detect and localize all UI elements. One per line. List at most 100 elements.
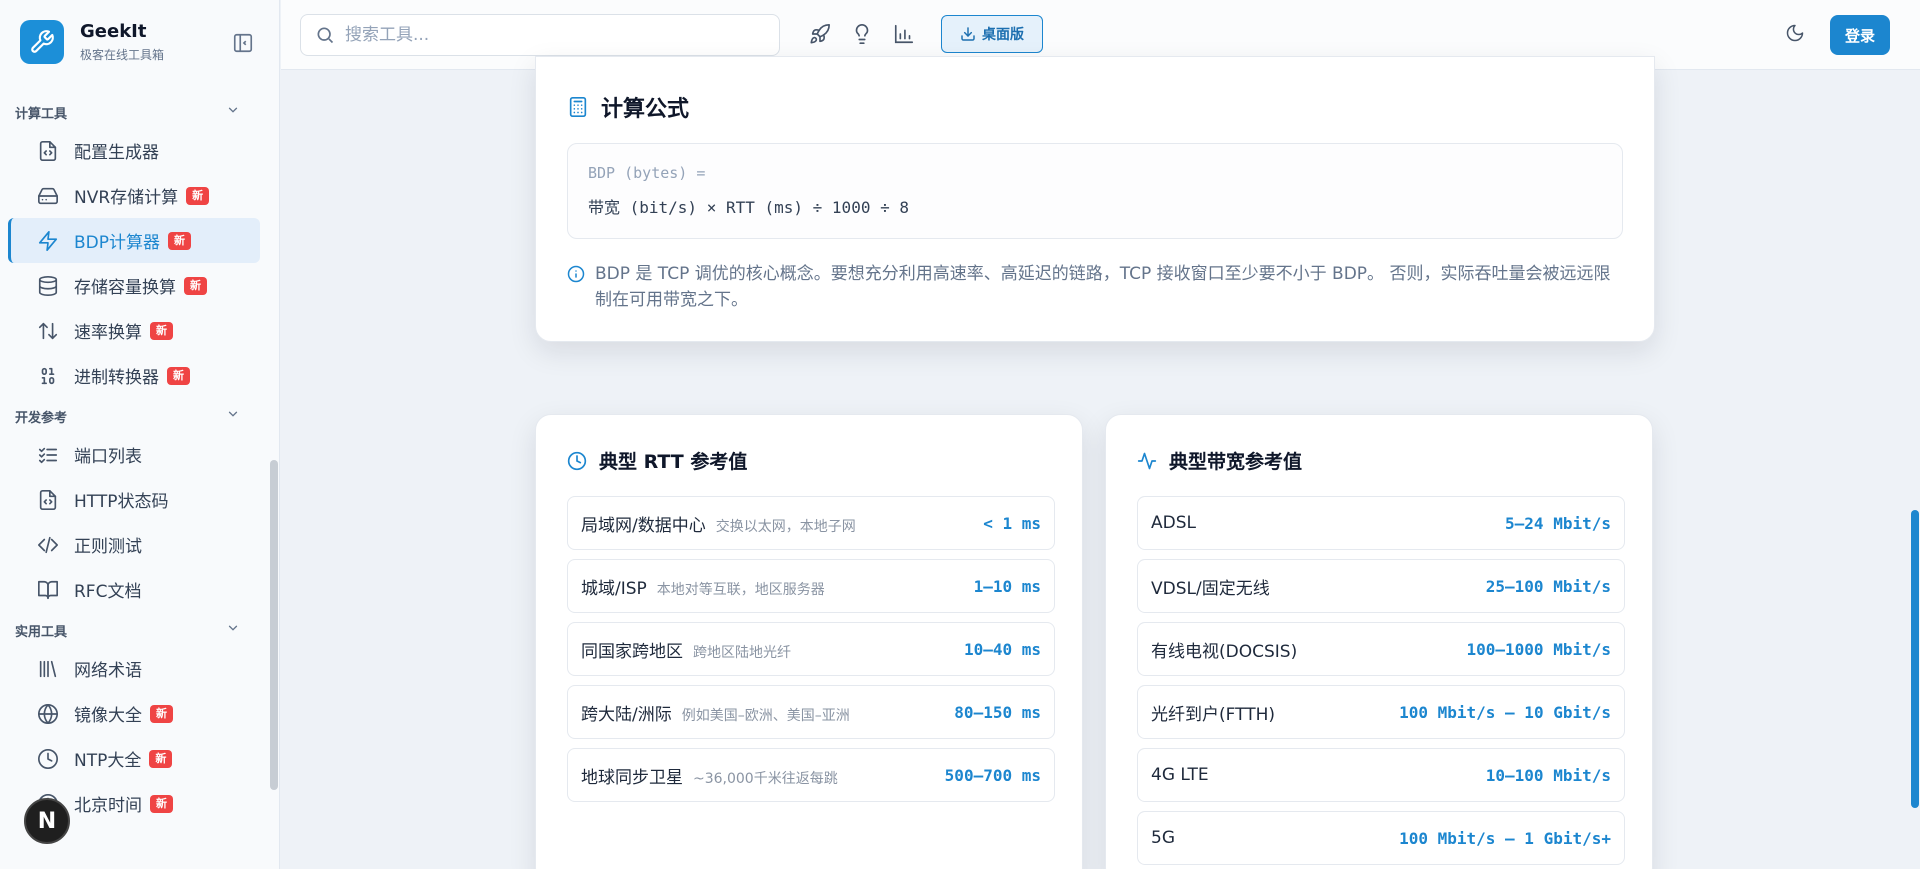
bar-chart-icon[interactable] [893,23,917,47]
new-badge: 新 [167,366,190,385]
row-value: < 1 ms [983,513,1041,533]
sidebar-item[interactable]: RFC文档 [8,567,260,612]
sidebar-scrollbar[interactable] [270,460,278,790]
sidebar-collapse-icon[interactable] [232,32,254,54]
sidebar-item[interactable]: HTTP状态码 [8,477,260,522]
formula-card: 计算公式 BDP (bytes) = 带宽 (bit/s) × RTT (ms)… [535,56,1655,342]
row-description: 跨地区陆地光纤 [693,644,791,661]
rtt-list: 局域网/数据中心 交换以太网，本地子网 < 1 ms 城域/ISP 本地对等互联，地区服… [567,496,1055,811]
new-badge: 新 [150,321,173,340]
desktop-version-button[interactable]: 桌面版 [941,15,1043,53]
row-name: VDSL/固定无线 [1151,578,1270,599]
row-label-group: 有线电视(DOCSIS) [1151,637,1297,662]
row-name: 光纤到户(FTTH) [1151,704,1275,725]
sidebar: GeekIt 极客在线工具箱 计算工具 配置生成器 NVR存储计算新 BDP计算器新存… [0,0,280,869]
sidebar-item[interactable]: 存储容量换算新 [8,263,260,308]
login-button[interactable]: 登录 [1830,15,1890,55]
list-check-icon [36,443,60,467]
rtt-title-text: 典型 RTT 参考值 [599,451,748,473]
new-badge: 新 [186,186,210,205]
download-icon [961,27,975,41]
sidebar-item[interactable]: 进制转换器新 [8,353,260,398]
sidebar-item-label: 进制转换器 [74,368,159,388]
row-value: 100 Mbit/s – 10 Gbit/s [1399,702,1611,722]
chevron-down-icon [226,407,240,425]
sidebar-item-label: 镜像大全 [74,706,142,726]
bandwidth-row: ADSL 5–24 Mbit/s [1137,496,1625,550]
new-badge: 新 [150,794,173,813]
search-input[interactable] [345,25,745,45]
code-icon [36,533,60,557]
activity-icon [1137,452,1157,469]
sidebar-item[interactable]: 网络术语 [8,646,260,691]
bandwidth-reference-card: 典型带宽参考值 ADSL 5–24 Mbit/s VDSL/固定无线 25–100 M… [1105,414,1653,869]
app-name: GeekIt [80,21,147,42]
sidebar-item[interactable]: 正则测试 [8,522,260,567]
sidebar-item-label: 配置生成器 [74,143,159,163]
row-name: 5G [1151,828,1175,848]
sidebar-item[interactable]: 速率换算新 [8,308,260,353]
arrows-updown-icon [36,319,60,343]
sidebar-item-label: NVR存储计算 [74,188,179,208]
sidebar-item[interactable]: NTP大全新 [8,736,260,781]
row-name: 同国家跨地区 [581,641,683,662]
info-icon [567,265,585,283]
sidebar-item-label: BDP计算器 [74,233,161,253]
formula-box: BDP (bytes) = 带宽 (bit/s) × RTT (ms) ÷ 10… [567,143,1623,239]
search-box[interactable] [300,14,780,56]
new-badge: 新 [150,704,173,723]
sidebar-group-title: 开发参考 [15,410,68,426]
sidebar-item-label: 速率换算 [74,323,142,343]
new-badge: 新 [168,231,192,250]
chevron-down-icon [226,621,240,639]
sidebar-item[interactable]: 配置生成器 [8,128,260,173]
moon-icon[interactable] [1785,23,1809,47]
main-scrollbar[interactable] [1911,510,1919,808]
sidebar-item-label: NTP大全 [74,751,142,771]
rocket-icon[interactable] [809,23,833,47]
sidebar-group-header[interactable]: 计算工具 [0,96,268,128]
row-label-group: VDSL/固定无线 [1151,574,1270,599]
bandwidth-row: 4G LTE 10–100 Mbit/s [1137,748,1625,802]
formula-line-2: 带宽 (bit/s) × RTT (ms) ÷ 1000 ÷ 8 [588,198,909,217]
sidebar-item[interactable]: NVR存储计算新 [8,173,260,218]
rtt-card-title: 典型 RTT 参考值 [567,447,747,474]
sidebar-group-header[interactable]: 开发参考 [0,400,268,432]
row-value: 25–100 Mbit/s [1485,576,1611,596]
formula-card-title: 计算公式 [567,91,689,123]
rtt-reference-card: 典型 RTT 参考值 局域网/数据中心 交换以太网，本地子网 < 1 ms 城域/IS… [535,414,1083,869]
formula-line-1: BDP (bytes) = [588,164,706,182]
lightbulb-icon[interactable] [851,23,875,47]
row-label-group: 4G LTE [1151,765,1209,785]
binary-icon [36,364,60,388]
row-value: 1–10 ms [973,576,1041,596]
row-description: 例如美国–欧洲、美国–亚洲 [681,707,850,724]
sidebar-item-label: 正则测试 [74,537,142,557]
desktop-version-label: 桌面版 [982,27,1024,43]
rtt-row: 同国家跨地区 跨地区陆地光纤 10–40 ms [567,622,1055,676]
row-description: ~36,000千米往返每跳 [693,770,838,787]
row-label-group: 同国家跨地区 跨地区陆地光纤 [581,637,791,662]
row-value: 10–100 Mbit/s [1485,765,1611,785]
row-name: 跨大陆/洲际 [581,704,672,725]
sidebar-group-header[interactable]: 实用工具 [0,614,268,646]
bandwidth-row: 有线电视(DOCSIS) 100–1000 Mbit/s [1137,622,1625,676]
sidebar-item[interactable]: 镜像大全新 [8,691,260,736]
database-icon [36,274,60,298]
bandwidth-title-text: 典型带宽参考值 [1169,451,1303,473]
bandwidth-list: ADSL 5–24 Mbit/s VDSL/固定无线 25–100 Mbit/s 有线电… [1137,496,1625,869]
row-label-group: 城域/ISP 本地对等互联，地区服务器 [581,574,825,599]
row-name: 城域/ISP [581,578,647,599]
row-value: 80–150 ms [954,702,1041,722]
avatar[interactable]: N [24,798,70,844]
sidebar-item-label: RFC文档 [74,582,142,602]
sidebar-item-label: 网络术语 [74,661,142,681]
sidebar-item[interactable]: BDP计算器新 [8,218,260,263]
bandwidth-row: 5G 100 Mbit/s – 1 Gbit/s+ [1137,811,1625,865]
calculator-icon [569,97,587,117]
sidebar-item-label: 端口列表 [74,447,142,467]
bandwidth-card-title: 典型带宽参考值 [1137,447,1302,474]
row-label-group: 跨大陆/洲际 例如美国–欧洲、美国–亚洲 [581,700,850,725]
sidebar-item[interactable]: 端口列表 [8,432,260,477]
row-label-group: 局域网/数据中心 交换以太网，本地子网 [581,511,856,536]
